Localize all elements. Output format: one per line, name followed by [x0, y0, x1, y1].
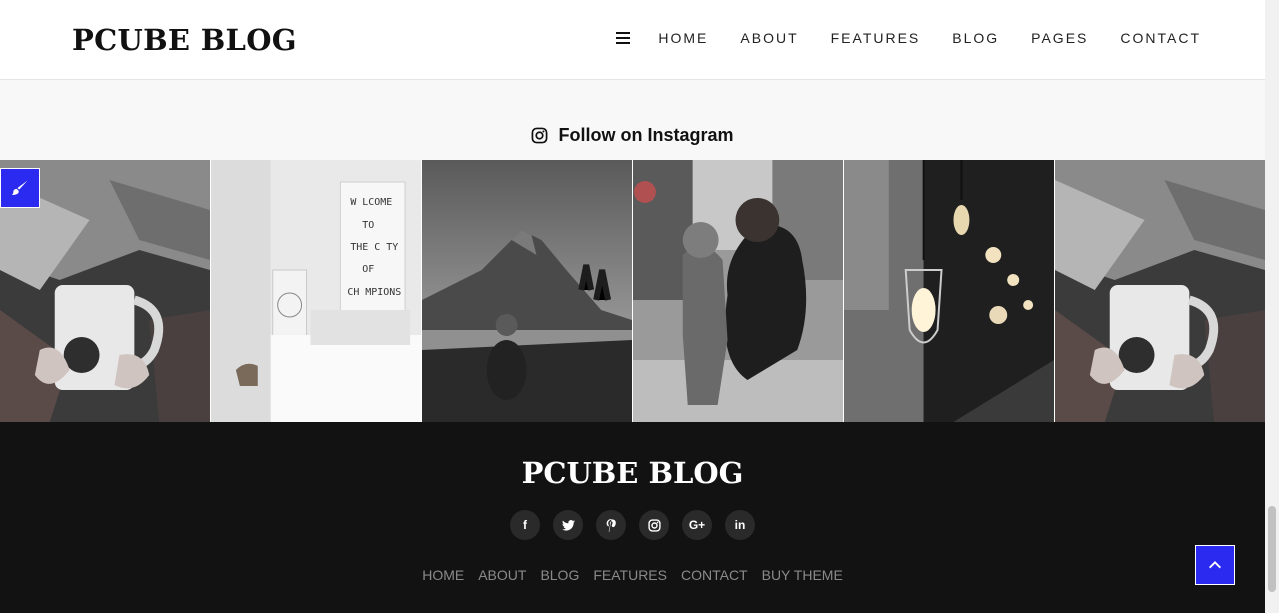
social-links: f G+ in	[0, 510, 1265, 540]
twitter-icon[interactable]	[553, 510, 583, 540]
instagram-photo-street-family[interactable]	[633, 160, 844, 422]
svg-text:OF: OF	[362, 264, 374, 275]
footer-nav: HOME ABOUT BLOG FEATURES CONTACT BUY THE…	[0, 567, 1265, 583]
instagram-icon	[532, 127, 548, 143]
instagram-icon[interactable]	[639, 510, 669, 540]
chevron-up-icon	[1209, 561, 1221, 569]
scrollbar-thumb[interactable]	[1268, 506, 1276, 592]
pinterest-icon[interactable]	[596, 510, 626, 540]
instagram-gallery: W LCOME TO THE C TY OF CH MPIONS	[0, 160, 1265, 422]
instagram-photo-lightbulbs[interactable]	[844, 160, 1055, 422]
page-scrollbar[interactable]	[1265, 0, 1279, 613]
site-footer: PCUBE BLOG f G+ in HOME ABOUT BLOG FEATU…	[0, 422, 1265, 613]
hamburger-icon[interactable]	[616, 32, 631, 44]
back-to-top-button[interactable]	[1195, 545, 1235, 585]
linkedin-icon[interactable]: in	[725, 510, 755, 540]
instagram-photo-mug-2[interactable]	[1055, 160, 1265, 422]
nav-pages[interactable]: PAGES	[1031, 30, 1088, 46]
instagram-photo-bedroom[interactable]: W LCOME TO THE C TY OF CH MPIONS	[211, 160, 422, 422]
footer-link-blog[interactable]: BLOG	[540, 567, 579, 583]
nav-features[interactable]: FEATURES	[831, 30, 921, 46]
svg-text:THE C TY: THE C TY	[350, 242, 398, 253]
instagram-heading: Follow on Instagram	[0, 120, 1265, 150]
nav-about[interactable]: ABOUT	[740, 30, 798, 46]
nav-blog[interactable]: BLOG	[952, 30, 999, 46]
instagram-title: Follow on Instagram	[558, 124, 734, 145]
nav-contact[interactable]: CONTACT	[1120, 30, 1201, 46]
footer-link-contact[interactable]: CONTACT	[681, 567, 748, 583]
svg-text:W LCOME: W LCOME	[350, 197, 392, 208]
main-nav: HOME ABOUT FEATURES BLOG PAGES CONTACT	[616, 26, 1201, 50]
facebook-icon[interactable]: f	[510, 510, 540, 540]
footer-link-home[interactable]: HOME	[422, 567, 464, 583]
svg-text:TO: TO	[362, 220, 374, 231]
footer-logo[interactable]: PCUBE BLOG	[0, 452, 1265, 494]
nav-home[interactable]: HOME	[658, 30, 708, 46]
paint-brush-icon	[11, 180, 28, 195]
site-logo[interactable]: PCUBE BLOG	[72, 20, 297, 60]
google-plus-icon[interactable]: G+	[682, 510, 712, 540]
footer-link-features[interactable]: FEATURES	[593, 567, 667, 583]
customizer-button[interactable]	[0, 168, 40, 208]
site-header: PCUBE BLOG HOME ABOUT FEATURES BLOG PAGE…	[0, 0, 1265, 80]
svg-text:CH MPIONS: CH MPIONS	[347, 287, 401, 298]
footer-link-buy-theme[interactable]: BUY THEME	[762, 567, 843, 583]
footer-link-about[interactable]: ABOUT	[478, 567, 526, 583]
instagram-photo-mountain[interactable]	[422, 160, 633, 422]
